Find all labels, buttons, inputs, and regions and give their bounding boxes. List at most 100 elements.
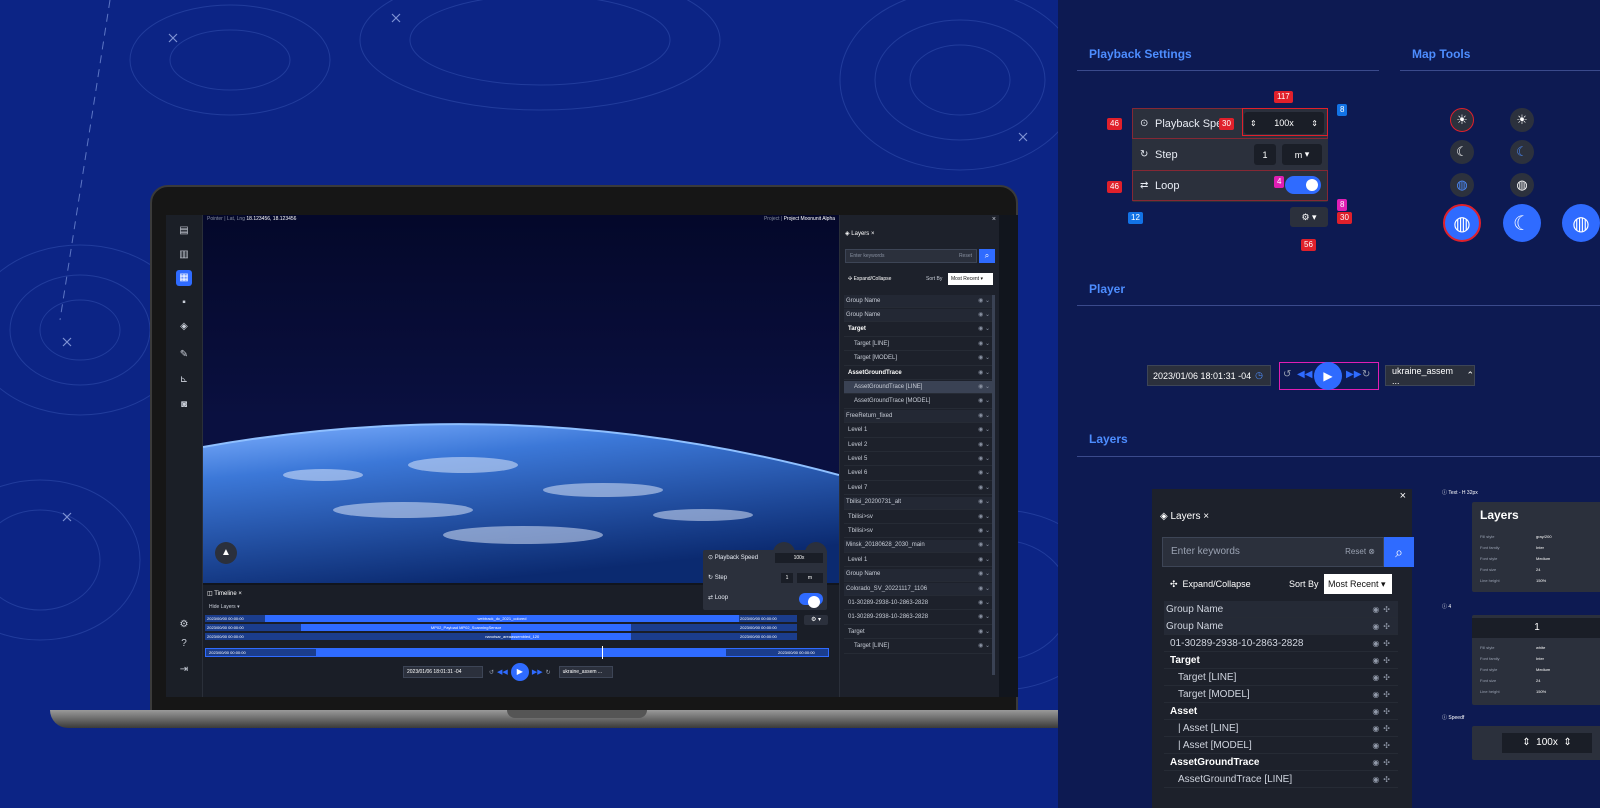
settings-dropdown[interactable]: ⚙ ▾ bbox=[1290, 207, 1328, 227]
camera-icon[interactable]: ◙ bbox=[176, 397, 192, 413]
layer-row[interactable]: Level 5 ◉ ⌄ bbox=[844, 453, 994, 467]
eye-icon[interactable]: ◉ ⌄ bbox=[978, 640, 990, 653]
popover-step-value[interactable]: 1 bbox=[781, 573, 793, 583]
eye-icon[interactable]: ◉ ⌄ bbox=[978, 611, 990, 624]
compass-button[interactable]: ▲ bbox=[215, 542, 237, 564]
layer-row[interactable]: Level 1 ◉ ⌄ bbox=[844, 425, 994, 438]
scrollbar[interactable] bbox=[992, 295, 995, 675]
layer-row[interactable]: Group Name ◉ ⌄ bbox=[844, 309, 994, 323]
layer-select[interactable]: ukraine_assem ... bbox=[558, 666, 613, 678]
layer-row[interactable]: Tbilisi>sv ◉ ⌄ bbox=[844, 511, 994, 524]
search-button[interactable]: ⌕ bbox=[979, 249, 995, 263]
eye-icon[interactable]: ◉ ⌄ bbox=[978, 309, 990, 322]
eye-icon[interactable]: ◉ ⌄ bbox=[978, 424, 990, 437]
repeat-icon[interactable]: ↻ bbox=[546, 669, 551, 676]
hide-layers-toggle[interactable]: Hide Layers ▾ bbox=[209, 604, 240, 610]
track-bar[interactable]: assembled_120 bbox=[511, 633, 631, 640]
eye-icon[interactable]: ◉ ⌄ bbox=[978, 568, 990, 581]
layer-row[interactable]: 01-30289-2938-10-2863-2828 ◉✣ bbox=[1164, 635, 1398, 652]
logout-icon[interactable]: ⇥ bbox=[176, 662, 192, 678]
layer-row[interactable]: Level 7 ◉ ⌄ bbox=[844, 482, 994, 496]
pen-icon[interactable]: ✎ bbox=[176, 347, 192, 363]
date-field[interactable]: 2023/01/06 18:01:31 -04 bbox=[403, 666, 483, 678]
layer-row[interactable]: AssetGroundTrace [MODEL] ◉ ⌄ bbox=[844, 396, 994, 409]
eye-icon[interactable]: ◉✣ bbox=[1372, 601, 1394, 618]
layer-row[interactable]: Group Name ◉✣ bbox=[1164, 601, 1398, 618]
eye-icon[interactable]: ◉✣ bbox=[1372, 618, 1394, 635]
tab-layers[interactable]: ◈ Layers × bbox=[1160, 511, 1209, 522]
layer-row[interactable]: Level 2 ◉ ⌄ bbox=[844, 439, 994, 452]
eye-icon[interactable]: ◉✣ bbox=[1372, 635, 1394, 652]
eye-icon[interactable]: ◉✣ bbox=[1372, 652, 1394, 669]
layer-row[interactable]: Group Name ◉ ⌄ bbox=[844, 295, 994, 308]
globe-icon[interactable]: ◍ bbox=[1443, 204, 1481, 242]
reset-icon[interactable]: ↺ bbox=[489, 669, 494, 676]
eye-icon[interactable]: ◉ ⌄ bbox=[978, 511, 990, 524]
track-bar[interactable]: MP02_Payload MP02_ScanningSensor bbox=[301, 624, 631, 631]
layer-row[interactable]: Tbilisi>sv ◉ ⌄ bbox=[844, 525, 994, 539]
eye-icon[interactable]: ◉ ⌄ bbox=[978, 381, 990, 394]
rewind-icon[interactable]: ◀◀ bbox=[497, 668, 508, 676]
sun-icon[interactable]: ☀ bbox=[1510, 108, 1534, 132]
popover-loop-toggle[interactable] bbox=[799, 593, 823, 608]
play-button[interactable]: ▶ bbox=[1314, 362, 1342, 390]
eye-icon[interactable]: ◉ ⌄ bbox=[978, 539, 990, 552]
layer-row[interactable]: Group Name ◉ ⌄ bbox=[844, 568, 994, 582]
forward-icon[interactable]: ▶▶ bbox=[1346, 369, 1361, 380]
track-bar[interactable]: webtrack_dc_2021_colored bbox=[265, 615, 739, 622]
moon-icon[interactable]: ☾ bbox=[1450, 140, 1474, 164]
eye-icon[interactable]: ◉ ⌄ bbox=[978, 395, 990, 408]
gear-icon[interactable]: ⚙ bbox=[176, 617, 192, 633]
eye-icon[interactable]: ◉ ⌄ bbox=[978, 525, 990, 538]
master-timeline[interactable]: 2023/00/00 00:00:00 2023/00/00 00:00:00 bbox=[205, 646, 829, 659]
reset-link[interactable]: Reset ⊗ bbox=[1345, 538, 1375, 566]
sort-select[interactable]: Most Recent ▾ bbox=[1324, 574, 1392, 594]
eye-icon[interactable]: ◉ ⌄ bbox=[978, 338, 990, 351]
globe-viewport[interactable]: Pointer | Lat, Lng 18.123456, 18.123456 … bbox=[203, 215, 839, 583]
document-icon[interactable]: ▥ bbox=[176, 247, 192, 263]
eye-icon[interactable]: ◉ ⌄ bbox=[978, 467, 990, 480]
expand-collapse-button[interactable]: ✣ Expand/Collapse bbox=[848, 276, 891, 282]
search-input[interactable]: Enter keywords Reset bbox=[845, 249, 977, 263]
layer-row[interactable]: AssetGroundTrace ◉✣ bbox=[1164, 754, 1398, 771]
moon-icon[interactable]: ☾ bbox=[1510, 140, 1534, 164]
layer-row[interactable]: 01-30289-2938-10-2863-2828 ◉ ⌄ bbox=[844, 612, 994, 625]
sun-icon[interactable]: ☀ bbox=[1450, 108, 1474, 132]
layer-row[interactable]: Asset ◉✣ bbox=[1164, 703, 1398, 720]
moon-icon[interactable]: ☾ bbox=[1503, 204, 1541, 242]
layer-row[interactable]: Target [MODEL] ◉✣ bbox=[1164, 686, 1398, 703]
layer-row[interactable]: AssetGroundTrace ◉ ⌄ bbox=[844, 367, 994, 380]
eye-icon[interactable]: ◉ ⌄ bbox=[978, 482, 990, 495]
layer-row[interactable]: AssetGroundTrace [LINE] ◉ ⌄ bbox=[844, 381, 994, 395]
layer-row[interactable]: Tbilisi_20200731_alt ◉ ⌄ bbox=[844, 496, 994, 510]
expand-collapse-button[interactable]: ✣ Expand/Collapse bbox=[1170, 579, 1251, 590]
home-icon[interactable]: ▤ bbox=[176, 223, 192, 239]
popover-speed-stepper[interactable]: 100x bbox=[775, 553, 823, 563]
layer-row[interactable]: 01-30289-2938-10-2863-2828 ◉ ⌄ bbox=[844, 597, 994, 611]
eye-icon[interactable]: ◉ ⌄ bbox=[978, 295, 990, 308]
search-button[interactable]: ⌕ bbox=[1384, 537, 1414, 567]
tab-layers[interactable]: ◈ Layers × bbox=[845, 230, 874, 237]
eye-icon[interactable]: ◉ ⌄ bbox=[978, 554, 990, 567]
layer-row[interactable]: | Asset [MODEL] ◉✣ bbox=[1164, 737, 1398, 754]
play-button[interactable]: ▶ bbox=[510, 663, 529, 681]
eye-icon[interactable]: ◉ ⌄ bbox=[978, 597, 990, 610]
eye-icon[interactable]: ◉ ⌄ bbox=[978, 323, 990, 336]
help-icon[interactable]: ? bbox=[176, 636, 192, 652]
layer-row[interactable]: Target [LINE] ◉✣ bbox=[1164, 669, 1398, 686]
player-layer-select[interactable]: ukraine_assem ... ⌃ bbox=[1385, 365, 1475, 386]
step-value-field[interactable]: 1 bbox=[1254, 144, 1276, 165]
eye-icon[interactable]: ◉ ⌄ bbox=[978, 583, 990, 596]
reset-link[interactable]: Reset bbox=[959, 250, 972, 262]
eye-icon[interactable]: ◉✣ bbox=[1372, 686, 1394, 703]
eye-icon[interactable]: ◉ ⌄ bbox=[978, 439, 990, 452]
player-date-field[interactable]: 2023/01/06 18:01:31 -04 ◷ bbox=[1147, 365, 1271, 386]
eye-icon[interactable]: ◉✣ bbox=[1372, 737, 1394, 754]
timeline-settings-button[interactable]: ⚙ ▾ bbox=[804, 615, 828, 625]
layer-row[interactable]: AssetGroundTrace [LINE] ◉✣ bbox=[1164, 771, 1398, 788]
layer-row[interactable]: Target ◉ ⌄ bbox=[844, 626, 994, 640]
popover-step-unit[interactable]: m bbox=[797, 573, 823, 583]
grid-icon[interactable]: ▪ bbox=[176, 295, 192, 311]
eye-icon[interactable]: ◉ ⌄ bbox=[978, 352, 990, 365]
ruler-icon[interactable]: ⊾ bbox=[176, 372, 192, 388]
